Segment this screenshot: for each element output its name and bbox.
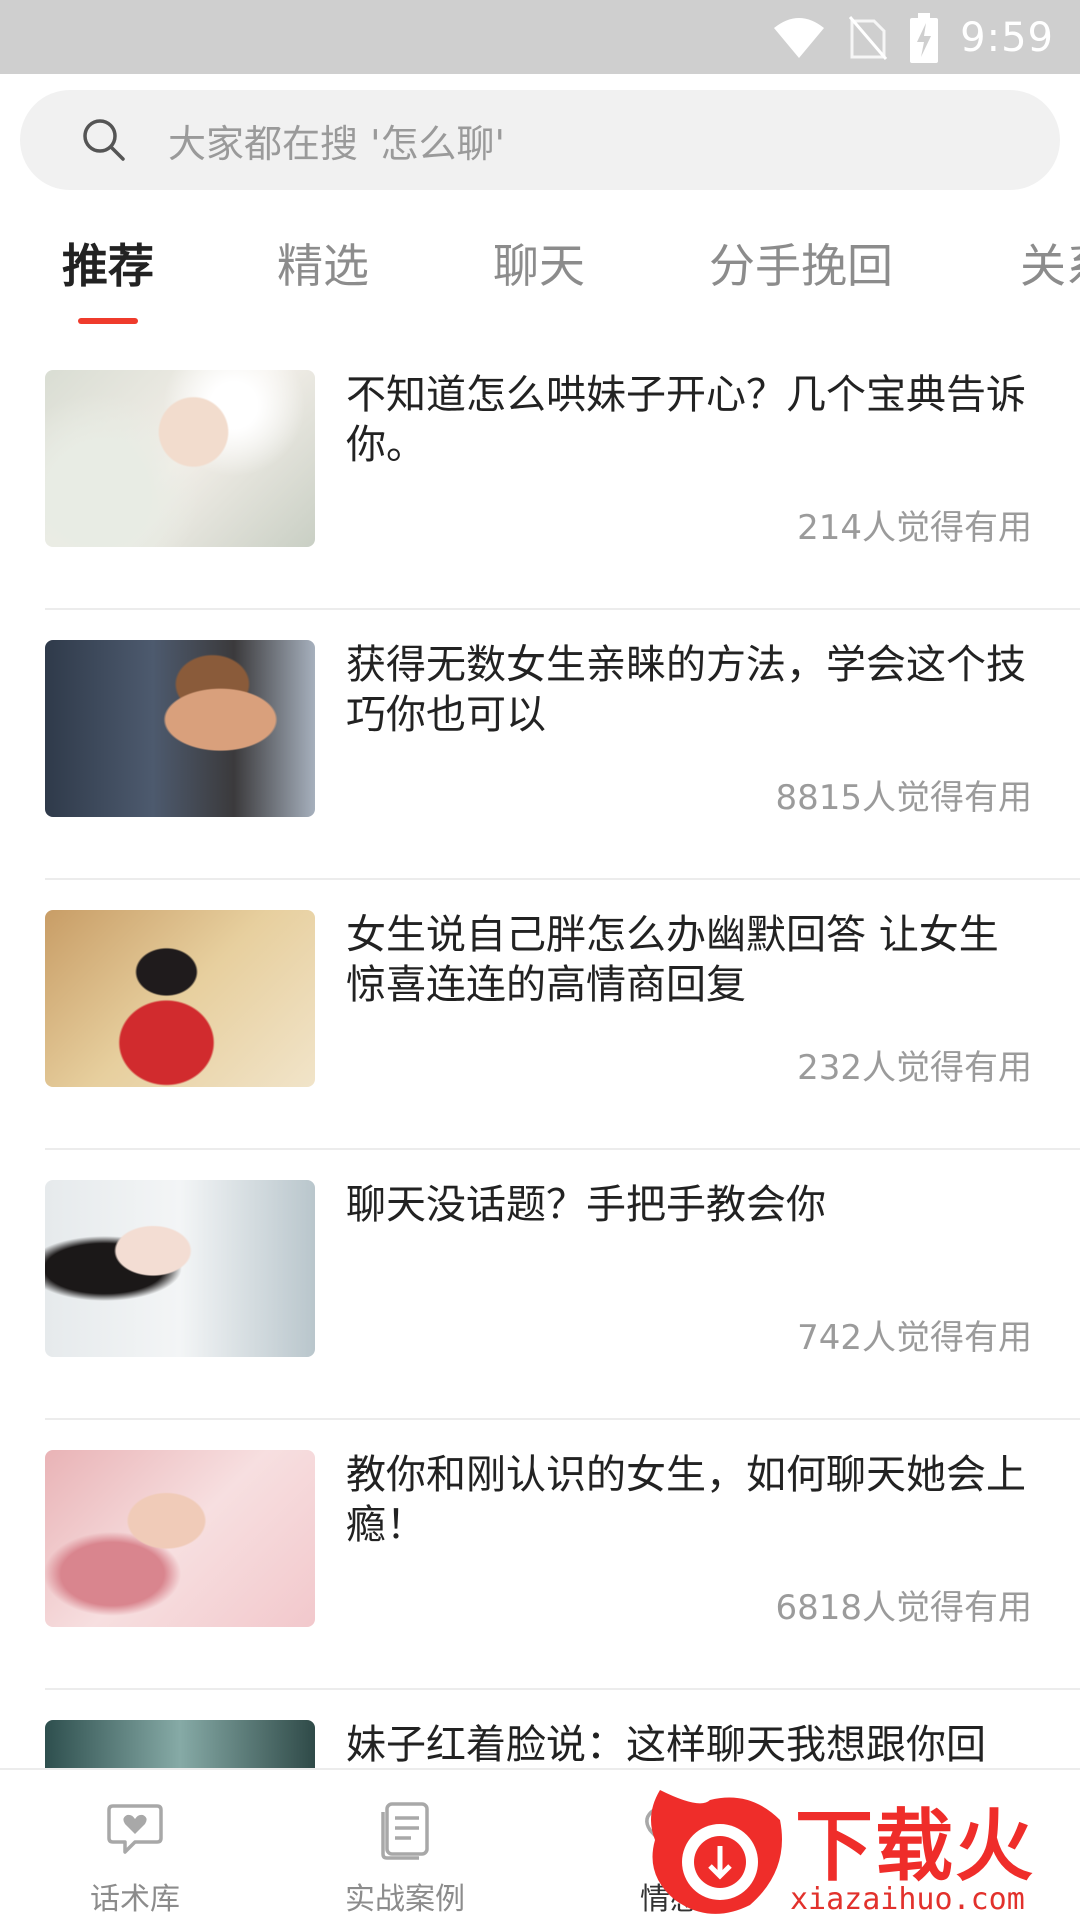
tab-relationship[interactable]: 关系: [1020, 230, 1080, 296]
article-thumbnail: [45, 1180, 315, 1357]
useful-count: 6818人觉得有用: [775, 1588, 1032, 1628]
chat-bubble-icon: [107, 1804, 163, 1854]
wifi-icon: [774, 18, 825, 58]
tab-recommend[interactable]: 推荐: [62, 230, 154, 296]
bottom-nav: 话术库 实战案例 情感 下载火 xiazaihuo.com: [0, 1768, 1080, 1920]
article-item[interactable]: 获得无数女生亲睐的方法，学会这个技巧你也可以 8815人觉得有用: [0, 610, 1080, 880]
useful-count: 742人觉得有用: [797, 1318, 1032, 1358]
useful-count: 214人觉得有用: [797, 508, 1032, 548]
watermark-logo: 下载火 xiazaihuo.com: [640, 1780, 1080, 1920]
tab-featured[interactable]: 精选: [277, 230, 369, 296]
article-item[interactable]: 妹子红着脸说：这样聊天我想跟你回: [0, 1690, 1080, 1768]
article-thumbnail: [45, 910, 315, 1087]
useful-count: 232人觉得有用: [797, 1048, 1032, 1088]
article-title: 获得无数女生亲睐的方法，学会这个技巧你也可以: [346, 642, 1026, 738]
article-item[interactable]: 聊天没话题？手把手教会你 742人觉得有用: [0, 1150, 1080, 1420]
nav-practical-cases[interactable]: 实战案例: [305, 1770, 505, 1920]
article-thumbnail: [45, 640, 315, 817]
search-icon: [83, 119, 125, 161]
article-title: 不知道怎么哄妹子开心？几个宝典告诉你。: [346, 372, 1026, 468]
search-placeholder: 大家都在搜 '怎么聊': [168, 121, 505, 166]
article-list: 不知道怎么哄妹子开心？几个宝典告诉你。 214人觉得有用 获得无数女生亲睐的方法…: [0, 340, 1080, 1768]
flame-logo-icon: [651, 1790, 782, 1914]
document-icon: [381, 1802, 429, 1860]
status-icons: 9:59: [772, 10, 1054, 66]
battery-charging-icon: [910, 13, 939, 63]
article-thumbnail: [45, 1720, 315, 1768]
nav-label: 实战案例: [345, 1882, 465, 1917]
watermark-text: 下载火: [795, 1802, 1036, 1892]
article-title: 教你和刚认识的女生，如何聊天她会上瘾！: [346, 1452, 1026, 1548]
article-item[interactable]: 女生说自己胖怎么办幽默回答 让女生惊喜连连的高情商回复 232人觉得有用: [0, 880, 1080, 1150]
article-title: 妹子红着脸说：这样聊天我想跟你回: [346, 1722, 986, 1768]
article-thumbnail: [45, 370, 315, 547]
useful-count: 8815人觉得有用: [775, 778, 1032, 818]
nav-script-library[interactable]: 话术库: [35, 1770, 235, 1920]
tab-chat[interactable]: 聊天: [493, 230, 585, 296]
article-title: 聊天没话题？手把手教会你: [346, 1182, 826, 1228]
search-bar[interactable]: 大家都在搜 '怎么聊': [20, 90, 1060, 190]
status-time: 9:59: [960, 15, 1054, 61]
status-bar: 9:59: [0, 0, 1080, 74]
tab-breakup-recovery[interactable]: 分手挽回: [709, 230, 893, 296]
nav-label: 话术库: [90, 1882, 180, 1917]
no-sim-icon: [849, 16, 888, 60]
article-title: 女生说自己胖怎么办幽默回答 让女生惊喜连连的高情商回复: [346, 912, 999, 1008]
article-thumbnail: [45, 1450, 315, 1627]
tab-indicator: [78, 318, 138, 324]
article-item[interactable]: 不知道怎么哄妹子开心？几个宝典告诉你。 214人觉得有用: [0, 340, 1080, 610]
article-item[interactable]: 教你和刚认识的女生，如何聊天她会上瘾！ 6818人觉得有用: [0, 1420, 1080, 1690]
category-tabs: 推荐 精选 聊天 分手挽回 关系: [0, 210, 1080, 330]
watermark-url: xiazaihuo.com: [790, 1882, 1025, 1917]
